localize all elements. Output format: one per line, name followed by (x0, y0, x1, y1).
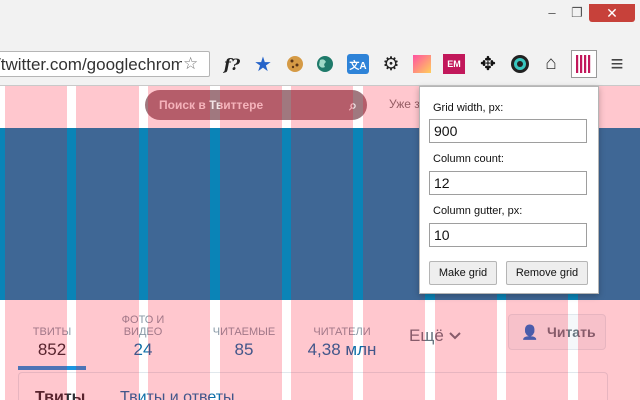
color-wheel-icon[interactable] (508, 52, 532, 76)
stat-following-label[interactable]: ЧИТАЕМЫЕ (205, 326, 283, 338)
grid-tool-popup: Grid width, px: 900 Column count: 12 Col… (419, 86, 599, 294)
close-button[interactable]: ✕ (589, 4, 635, 22)
more-label: Ещё (409, 326, 444, 345)
gear-icon[interactable]: ⚙ (379, 52, 403, 76)
search-input[interactable]: Поиск в Твиттере ⌕ (145, 90, 367, 120)
stat-tweets-label[interactable]: ТВИТЫ (18, 326, 86, 338)
chevron-down-icon (448, 332, 461, 340)
column-gutter-label: Column gutter, px: (433, 205, 523, 217)
grid-overlay-icon[interactable] (571, 50, 597, 78)
stat-tweets-value[interactable]: 852 (18, 340, 86, 360)
address-bar[interactable]: /twitter.com/googlechrome ☆ (0, 51, 210, 77)
already-account-text: Уже з (389, 97, 420, 111)
search-placeholder: Поиск в Твиттере (159, 98, 264, 112)
bookmark-page-icon[interactable]: ☆ (183, 54, 198, 74)
url-text[interactable]: /twitter.com/googlechrome (0, 55, 182, 75)
restore-button[interactable]: ❐ (567, 4, 587, 22)
follow-label: Читать (547, 324, 596, 340)
font-finder-icon[interactable]: f? (220, 52, 244, 76)
grid-width-input[interactable]: 900 (429, 119, 587, 143)
minimize-button[interactable]: – (542, 4, 562, 22)
gradient-icon[interactable] (413, 55, 431, 73)
column-gutter-input[interactable]: 10 (429, 223, 587, 247)
make-grid-button[interactable]: Make grid (429, 261, 497, 285)
grid-width-label: Grid width, px: (433, 102, 504, 114)
stat-followers-value[interactable]: 4,38 млн (298, 340, 386, 360)
browser-title-bar: – ❐ ✕ (0, 0, 640, 43)
globe-icon[interactable] (313, 52, 337, 76)
stat-media-label[interactable]: ФОТО И ВИДЕО (102, 314, 184, 338)
stat-media-value[interactable]: 24 (108, 340, 178, 360)
profile-stats: ТВИТЫ 852 ФОТО И ВИДЕО 24 ЧИТАЕМЫЕ 85 ЧИ… (0, 300, 640, 400)
more-menu[interactable]: Ещё (409, 326, 461, 346)
add-user-icon: 👤 (521, 324, 539, 340)
browser-toolbar: /twitter.com/googlechrome ☆ f? ★ 文A ⚙ EM… (0, 43, 640, 86)
timeline-tabs: Твиты Твиты и ответы (18, 372, 608, 400)
menu-icon[interactable]: ≡ (605, 51, 629, 76)
home-icon[interactable]: ⌂ (539, 52, 563, 76)
column-count-input[interactable]: 12 (429, 171, 587, 195)
move-tool-icon[interactable]: ✥ (476, 52, 500, 76)
tab-tweets-and-replies[interactable]: Твиты и ответы (120, 389, 235, 400)
active-stat-underline (18, 366, 86, 370)
translate-icon[interactable]: 文A (347, 54, 369, 74)
em-icon[interactable]: EM (443, 54, 465, 74)
bookmark-star-icon[interactable]: ★ (251, 52, 275, 76)
stat-followers-label[interactable]: ЧИТАТЕЛИ (298, 326, 386, 338)
stat-following-value[interactable]: 85 (205, 340, 283, 360)
search-icon[interactable]: ⌕ (349, 90, 357, 120)
cookie-icon[interactable] (283, 52, 307, 76)
remove-grid-button[interactable]: Remove grid (506, 261, 588, 285)
follow-button[interactable]: 👤 Читать (508, 314, 606, 350)
tab-tweets[interactable]: Твиты (35, 389, 85, 400)
column-count-label: Column count: (433, 153, 504, 165)
